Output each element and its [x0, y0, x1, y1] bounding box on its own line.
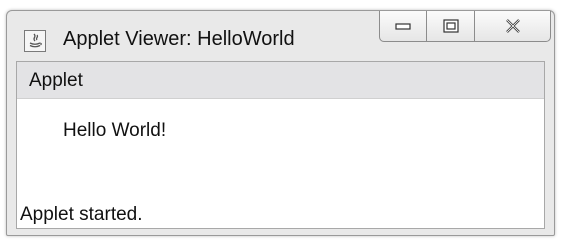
- window-controls: [379, 11, 551, 42]
- minimize-icon: [395, 23, 411, 30]
- maximize-button[interactable]: [427, 11, 475, 42]
- menu-bar: Applet: [17, 62, 544, 99]
- minimize-button[interactable]: [379, 11, 427, 42]
- applet-client-area: Applet Hello World! Applet started.: [16, 61, 545, 229]
- status-bar: Applet started.: [20, 204, 143, 225]
- title-bar[interactable]: Applet Viewer: HelloWorld: [7, 11, 554, 59]
- applet-viewer-window: Applet Viewer: HelloWorld Applet Hello W…: [6, 10, 555, 236]
- close-button[interactable]: [475, 11, 551, 42]
- menu-applet[interactable]: Applet: [29, 70, 83, 92]
- window-title: Applet Viewer: HelloWorld: [63, 28, 295, 50]
- applet-output-text: Hello World!: [63, 120, 167, 141]
- java-icon[interactable]: [24, 30, 46, 52]
- close-icon: [505, 19, 520, 33]
- maximize-icon: [442, 19, 459, 33]
